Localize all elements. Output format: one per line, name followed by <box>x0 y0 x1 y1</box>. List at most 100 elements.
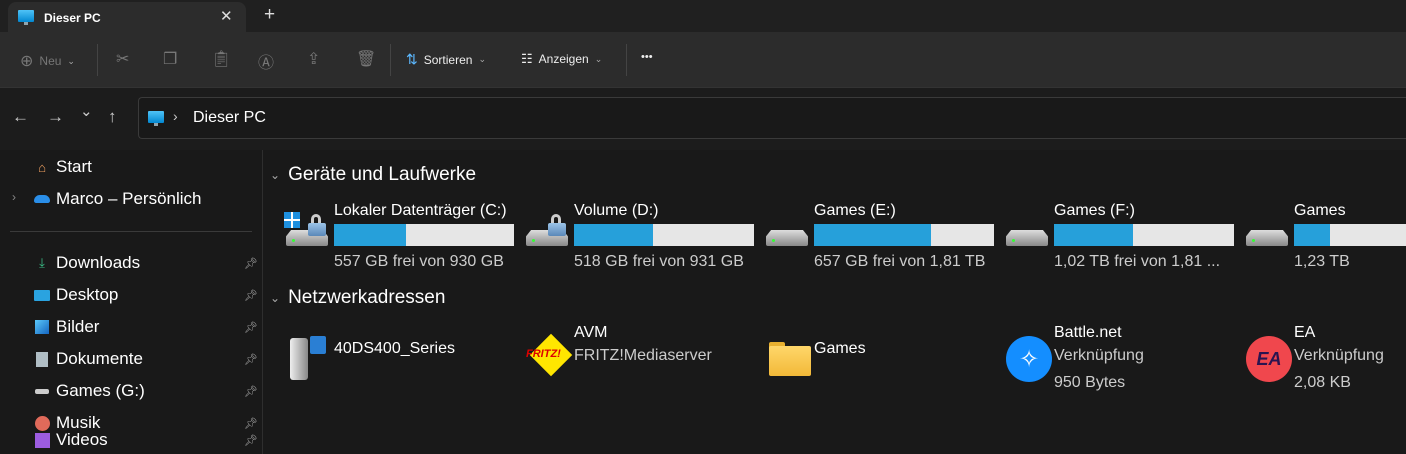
pin-icon[interactable]: 📌︎ <box>244 321 258 334</box>
item-type: Verknüpfung <box>1294 347 1384 364</box>
battlenet-icon: ✧ <box>1006 336 1052 382</box>
bitlocker-unlocked-icon <box>308 214 326 236</box>
drive-free-space: 1,23 TB <box>1294 253 1350 270</box>
plus-circle-icon: ⊕ <box>20 53 34 70</box>
quick-access-list: ⤓ Downloads 📌︎ Desktop 📌︎ Bilder 📌︎ Dokument… <box>0 150 262 454</box>
divider <box>390 44 391 76</box>
item-size: 2,08 KB <box>1294 374 1351 391</box>
breadcrumb-dieser-pc[interactable]: Dieser PC <box>193 109 266 127</box>
videos-icon <box>34 432 50 448</box>
pictures-icon <box>34 319 50 335</box>
delete-icon[interactable]: 🗑︎ <box>356 49 376 69</box>
network-item-games[interactable]: Games <box>762 322 1002 402</box>
network-item-ea[interactable]: EA EA Verknüpfung 2,08 KB <box>1242 322 1406 402</box>
item-name: Battle.net <box>1054 324 1122 341</box>
sidebar-item-label: Desktop <box>56 285 119 304</box>
item-name: EA <box>1294 324 1316 341</box>
section-header-drives[interactable]: ⌄ Geräte und Laufwerke <box>270 164 476 186</box>
desktop-icon <box>34 287 50 303</box>
drive-name: Games (F:) <box>1054 202 1135 219</box>
pin-icon[interactable]: 📌︎ <box>244 417 258 430</box>
item-type: Verknüpfung <box>1054 347 1144 364</box>
chevron-down-icon: ⌄ <box>67 55 75 66</box>
tab-bar: Dieser PC ✕ + <box>0 0 1406 32</box>
drive-free-space: 557 GB frei von 930 GB <box>334 253 504 270</box>
drive-item[interactable]: Games (E:) 657 GB frei von 1,81 TB <box>762 200 1002 280</box>
drive-usage-fill <box>574 224 654 246</box>
drive-item[interactable]: Games (F:) 1,02 TB frei von 1,81 ... <box>1002 200 1242 280</box>
forward-button[interactable]: → <box>47 107 64 127</box>
command-bar: ⊕ Neu ⌄ ✂ ❐ 📋︎ Ⓐ ⇪ 🗑︎ ⇅ Sortieren ⌄ ☷ Anzeige… <box>0 32 1406 88</box>
ea-logo-icon: EA <box>1246 336 1292 382</box>
copy-icon[interactable]: ❐ <box>163 49 177 69</box>
sidebar-item-desktop[interactable]: Desktop 📌︎ <box>34 283 260 307</box>
drive-name: Volume (D:) <box>574 202 659 219</box>
item-name: 40DS400_Series <box>334 340 455 357</box>
sidebar-item-games-g[interactable]: Games (G:) 📌︎ <box>34 379 260 403</box>
cut-icon[interactable]: ✂ <box>116 49 129 69</box>
sort-label: Sortieren <box>423 52 473 67</box>
recent-locations-button[interactable]: ⌄ <box>80 102 93 120</box>
divider <box>626 44 627 76</box>
up-button[interactable]: ↑ <box>108 107 117 127</box>
address-bar[interactable]: › Dieser PC <box>138 97 1406 139</box>
pin-icon[interactable]: 📌︎ <box>244 257 258 270</box>
tab-dieser-pc[interactable]: Dieser PC ✕ <box>8 2 246 32</box>
navigation-row: ← → ⌄ ↑ › Dieser PC <box>0 88 1406 150</box>
item-name: AVM <box>574 324 608 341</box>
drive-name: Games (E:) <box>814 202 896 219</box>
drive-icon <box>34 383 50 399</box>
download-icon: ⤓ <box>39 255 45 270</box>
item-subtitle: FRITZ!Mediaserver <box>574 347 712 364</box>
drive-usage-bar <box>814 224 994 246</box>
drive-usage-bar <box>334 224 514 246</box>
item-size: 950 Bytes <box>1054 374 1126 391</box>
pin-icon[interactable]: 📌︎ <box>244 385 258 398</box>
drive-name: Games <box>1294 202 1346 219</box>
chevron-down-icon: ⌄ <box>270 291 281 305</box>
rename-icon[interactable]: Ⓐ <box>258 49 274 73</box>
new-tab-button[interactable]: + <box>264 4 275 26</box>
drive-usage-bar <box>574 224 754 246</box>
drive-free-space: 657 GB frei von 1,81 TB <box>814 253 986 270</box>
sidebar-item-label: Bilder <box>56 317 100 336</box>
paste-icon[interactable]: 📋︎ <box>211 49 231 69</box>
sidebar-item-label: Downloads <box>56 253 141 272</box>
network-item-avm[interactable]: FRITZ! AVM FRITZ!Mediaserver <box>522 322 762 402</box>
drive-usage-fill <box>334 224 406 246</box>
drive-free-space: 1,02 TB frei von 1,81 ... <box>1054 253 1221 270</box>
drive-usage-bar <box>1054 224 1234 246</box>
pin-icon[interactable]: 📌︎ <box>244 353 258 366</box>
section-title: Netzwerkadressen <box>288 287 446 308</box>
sidebar-item-label: Games (G:) <box>56 381 145 400</box>
new-button[interactable]: ⊕ Neu ⌄ <box>20 51 75 71</box>
sidebar-item-bilder[interactable]: Bilder 📌︎ <box>34 315 260 339</box>
pane-splitter[interactable] <box>262 150 263 454</box>
share-icon[interactable]: ⇪ <box>307 49 320 69</box>
drive-item[interactable]: Volume (D:) 518 GB frei von 931 GB <box>522 200 762 280</box>
more-options-button[interactable]: ••• <box>641 51 653 63</box>
network-item-40ds400[interactable]: 40DS400_Series <box>282 322 522 402</box>
pin-icon[interactable]: 📌︎ <box>244 289 258 302</box>
view-icon: ☷ <box>521 51 533 66</box>
view-button[interactable]: ☷ Anzeigen ⌄ <box>521 51 602 67</box>
drive-name: Lokaler Datenträger (C:) <box>334 202 507 219</box>
network-item-battlenet[interactable]: ✧ Battle.net Verknüpfung 950 Bytes <box>1002 322 1242 402</box>
hard-drive-icon <box>766 230 808 246</box>
divider <box>97 44 98 76</box>
sidebar-item-label: Videos <box>56 430 108 449</box>
sidebar-item-videos[interactable]: Videos 📌︎ <box>34 430 260 450</box>
item-name: Games <box>814 340 866 357</box>
drive-item[interactable]: Lokaler Datenträger (C:) 557 GB frei von … <box>282 200 522 280</box>
drive-item[interactable]: Games 1,23 TB <box>1242 200 1406 280</box>
back-button[interactable]: ← <box>12 107 29 127</box>
sort-button[interactable]: ⇅ Sortieren ⌄ <box>406 51 486 68</box>
pin-icon[interactable]: 📌︎ <box>244 434 258 447</box>
windows-logo-icon <box>284 212 300 228</box>
sort-icon: ⇅ <box>406 51 418 67</box>
close-tab-button[interactable]: ✕ <box>220 7 233 25</box>
section-header-network[interactable]: ⌄ Netzwerkadressen <box>270 287 445 309</box>
bitlocker-unlocked-icon <box>548 214 566 236</box>
sidebar-item-downloads[interactable]: ⤓ Downloads 📌︎ <box>34 251 260 275</box>
sidebar-item-dokumente[interactable]: Dokumente 📌︎ <box>34 347 260 371</box>
